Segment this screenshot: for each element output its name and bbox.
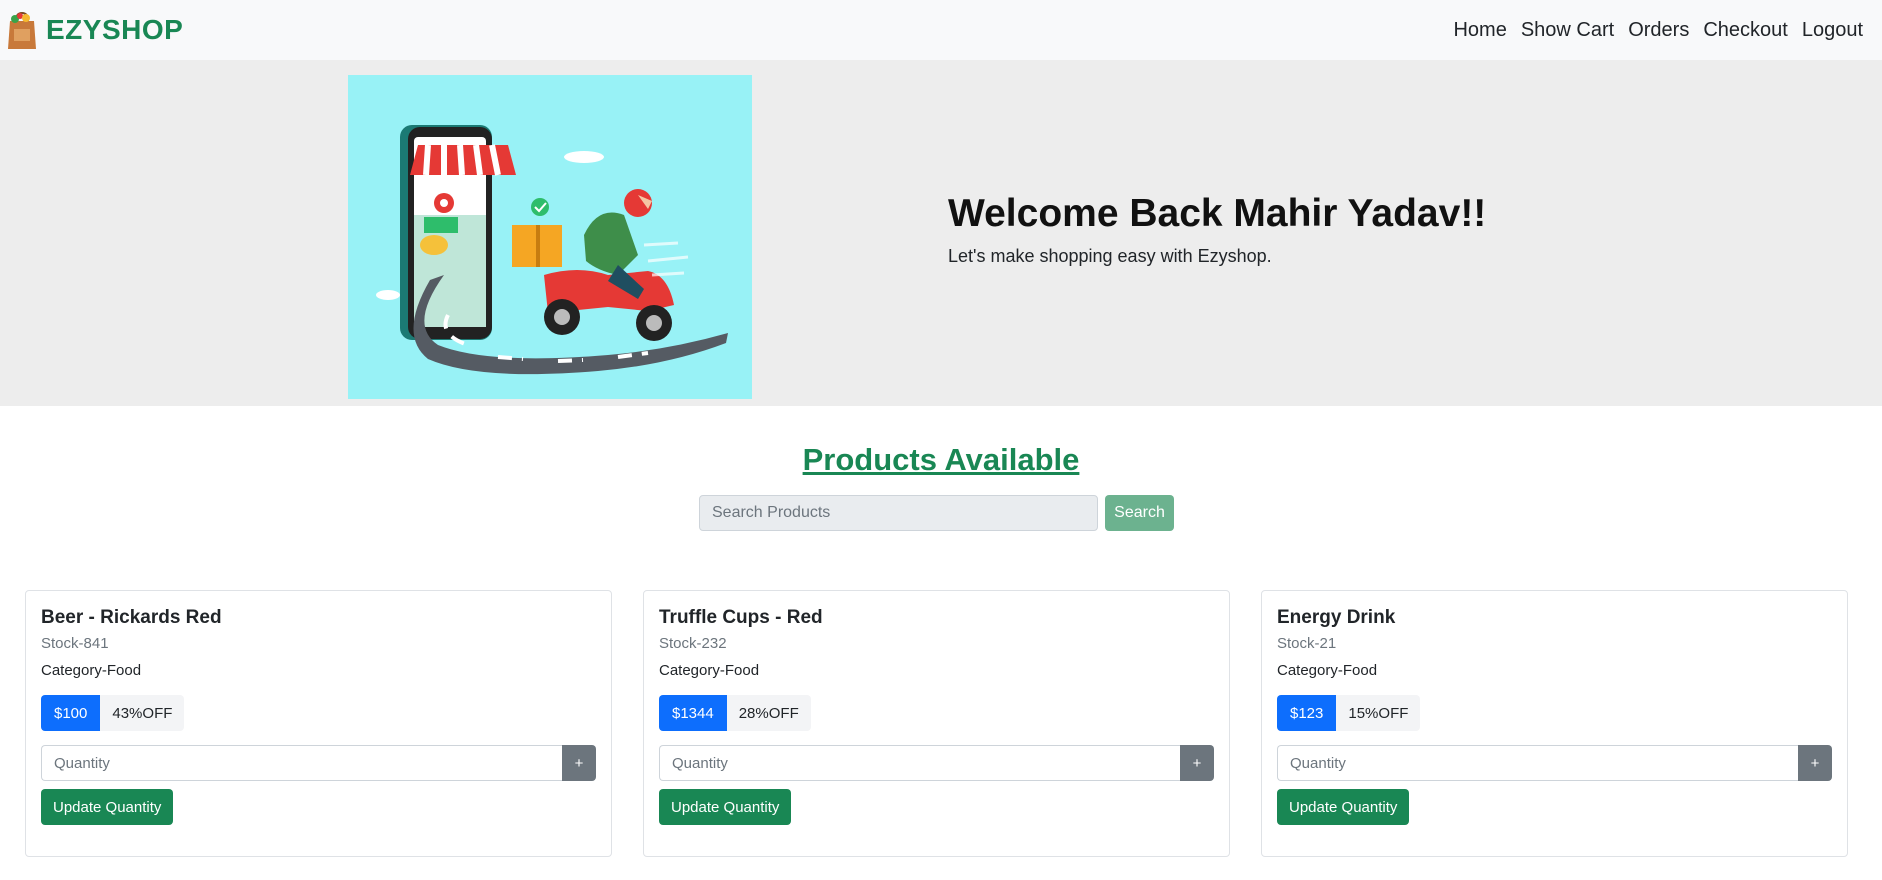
product-category: Category-Food (659, 662, 760, 679)
brand-name: EZYSHOP (46, 14, 184, 45)
hero-image (348, 75, 752, 399)
product-card: Beer - Rickards Red Stock-841 Category-F… (25, 590, 612, 857)
welcome-heading: Welcome Back Mahir Yadav!! (948, 192, 1487, 235)
update-quantity-button[interactable]: Update Quantity (1277, 789, 1410, 825)
shopping-bag-icon (8, 11, 36, 49)
hero-banner: Welcome Back Mahir Yadav!! Let's make sh… (0, 60, 1882, 406)
quantity-group: + (41, 745, 596, 781)
price-group: $123 15%OFF (1277, 695, 1832, 731)
product-category: Category-Food (1277, 662, 1378, 679)
brand-link[interactable]: EZYSHOP (6, 9, 183, 51)
search-input[interactable] (699, 495, 1098, 531)
search-button[interactable]: Search (1105, 495, 1174, 531)
product-name: Truffle Cups - Red (659, 607, 823, 628)
navbar: EZYSHOP Home Show Cart Orders Checkout L… (0, 0, 1882, 60)
search-bar: Search (699, 495, 1174, 531)
price-group: $100 43%OFF (41, 695, 596, 731)
price-badge: $100 (41, 695, 101, 731)
quantity-plus-button[interactable]: + (562, 745, 596, 781)
discount-badge: 15%OFF (1336, 695, 1421, 731)
products-heading: Products Available (802, 442, 1080, 477)
nav-links: Home Show Cart Orders Checkout Logout (1446, 11, 1870, 50)
product-category: Category-Food (41, 662, 142, 679)
product-card: Energy Drink Stock-21 Category-Food $123… (1261, 590, 1848, 857)
hero-text: Welcome Back Mahir Yadav!! Let's make sh… (948, 192, 1486, 267)
price-badge: $123 (1277, 695, 1337, 731)
nav-home[interactable]: Home (1446, 11, 1513, 50)
nav-orders[interactable]: Orders (1621, 11, 1696, 50)
quantity-input[interactable] (659, 745, 1180, 781)
quantity-input[interactable] (1277, 745, 1798, 781)
product-stock: Stock-841 (41, 635, 109, 652)
quantity-plus-button[interactable]: + (1180, 745, 1214, 781)
product-stock: Stock-21 (1277, 635, 1337, 652)
discount-badge: 28%OFF (726, 695, 811, 731)
update-quantity-button[interactable]: Update Quantity (659, 789, 792, 825)
quantity-plus-button[interactable]: + (1798, 745, 1832, 781)
product-card: Truffle Cups - Red Stock-232 Category-Fo… (643, 590, 1230, 857)
nav-logout[interactable]: Logout (1795, 11, 1870, 50)
product-name: Energy Drink (1277, 607, 1396, 628)
nav-checkout[interactable]: Checkout (1696, 11, 1795, 50)
discount-badge: 43%OFF (100, 695, 185, 731)
product-name: Beer - Rickards Red (41, 607, 222, 628)
quantity-group: + (1277, 745, 1832, 781)
quantity-group: + (659, 745, 1214, 781)
nav-show-cart[interactable]: Show Cart (1514, 11, 1621, 50)
price-badge: $1344 (659, 695, 727, 731)
delivery-scooter-illustration (348, 75, 752, 399)
quantity-input[interactable] (41, 745, 562, 781)
update-quantity-button[interactable]: Update Quantity (41, 789, 174, 825)
product-list: Beer - Rickards Red Stock-841 Category-F… (25, 590, 1848, 857)
product-stock: Stock-232 (659, 635, 727, 652)
price-group: $1344 28%OFF (659, 695, 1214, 731)
welcome-subtitle: Let's make shopping easy with Ezyshop. (948, 246, 1272, 266)
